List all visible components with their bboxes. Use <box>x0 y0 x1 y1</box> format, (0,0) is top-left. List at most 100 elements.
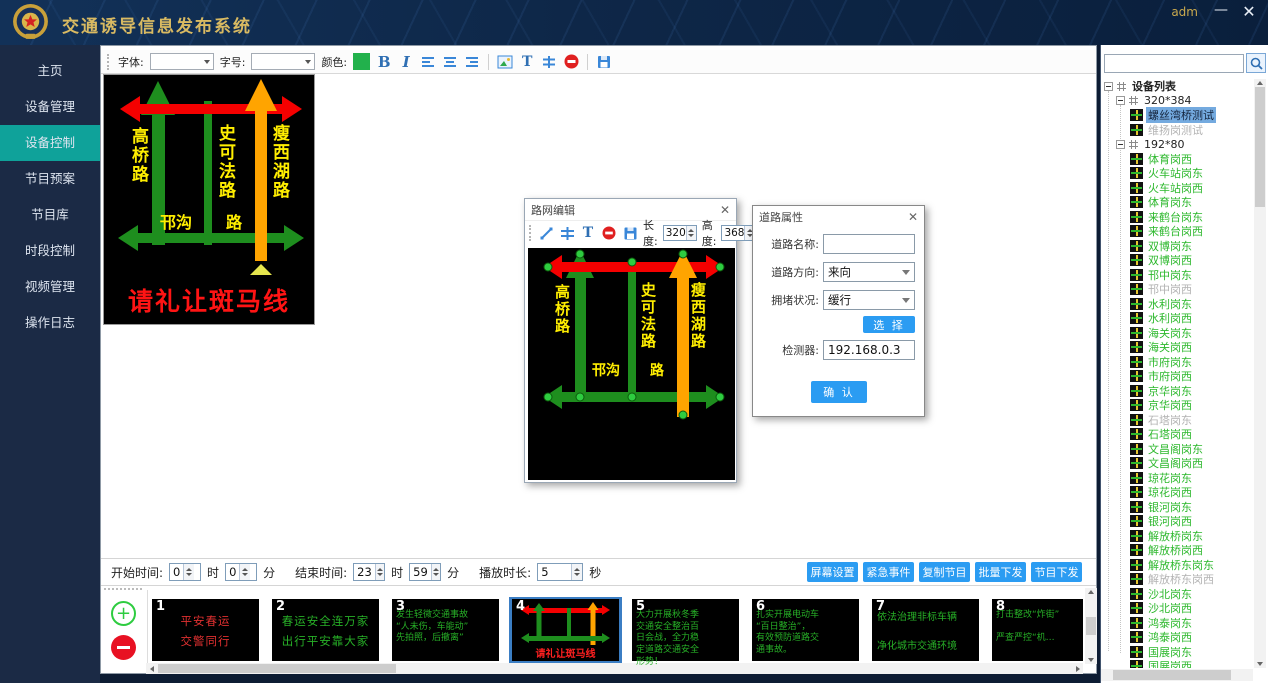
italic-button[interactable]: I <box>398 53 414 71</box>
tree-node[interactable]: 石塔岗东 <box>1101 413 1253 428</box>
spinner-arrows-icon[interactable] <box>571 564 582 580</box>
tree-node[interactable]: 设备列表 <box>1101 79 1253 94</box>
led-preview-panel[interactable]: 高桥路 史可法路 瘦西湖路 邗沟 路 请礼让斑马线 <box>103 74 315 325</box>
tree-node[interactable]: 水利岗东 <box>1101 297 1253 312</box>
tree-node[interactable]: 市府岗东 <box>1101 355 1253 370</box>
collapse-icon[interactable] <box>1104 82 1113 91</box>
tree-node[interactable]: 沙北岗东 <box>1101 587 1253 602</box>
scrollbar-thumb[interactable] <box>1255 87 1265 207</box>
add-program-button[interactable]: + <box>111 601 136 626</box>
tree-node[interactable]: 琼花岗西 <box>1101 485 1253 500</box>
scroll-down-icon[interactable] <box>1257 662 1263 666</box>
tree-node[interactable]: 维扬岗测试 <box>1101 123 1253 138</box>
scrollbar-thumb[interactable] <box>158 664 396 673</box>
close-icon[interactable]: ✕ <box>720 203 730 217</box>
sidebar-item[interactable]: 操作日志 <box>0 305 100 341</box>
tree-node[interactable]: 银河岗东 <box>1101 500 1253 515</box>
close-icon[interactable]: ✕ <box>908 210 918 224</box>
tree-node[interactable]: 螺丝湾桥测试 <box>1101 108 1253 123</box>
tree-node[interactable]: 沙北岗西 <box>1101 601 1253 616</box>
sidebar-item[interactable]: 时段控制 <box>0 233 100 269</box>
user-name[interactable]: adm <box>1171 5 1198 19</box>
action-button[interactable]: 紧急事件 <box>863 562 914 582</box>
minimize-icon[interactable]: — <box>1210 2 1232 18</box>
action-button[interactable]: 节目下发 <box>1031 562 1082 582</box>
scroll-up-icon[interactable] <box>1088 590 1094 594</box>
start-hour-input[interactable]: 0 <box>169 563 201 581</box>
remove-program-button[interactable] <box>111 635 136 660</box>
playlist-item[interactable]: 7 依法治理非标车辆 净化城市交通环境 <box>872 599 979 661</box>
tree-node[interactable]: 国展岗西 <box>1101 659 1253 668</box>
duration-input[interactable]: 5 <box>537 563 583 581</box>
spinner-arrows-icon[interactable] <box>183 564 194 580</box>
sidebar-item[interactable]: 设备控制 <box>0 125 100 161</box>
action-button[interactable]: 批量下发 <box>975 562 1026 582</box>
playlist-item[interactable]: 2 春运安全连万家 出行平安靠大家 <box>272 599 379 661</box>
tree-node[interactable]: 来鹤台岗东 <box>1101 210 1253 225</box>
tree-node[interactable]: 解放桥东岗西 <box>1101 572 1253 587</box>
tree-node[interactable]: 双博岗西 <box>1101 253 1253 268</box>
tree-node[interactable]: 体育岗东 <box>1101 195 1253 210</box>
tree-node-label[interactable]: 320*384 <box>1142 94 1194 107</box>
playlist-item[interactable]: 8 打击整改“炸街” 严查严控“机… <box>992 599 1083 661</box>
tree-node[interactable]: 双博岗东 <box>1101 239 1253 254</box>
spinner-arrows-icon[interactable] <box>239 564 250 580</box>
sidebar-item[interactable]: 节目库 <box>0 197 100 233</box>
tree-node[interactable]: 京华岗东 <box>1101 384 1253 399</box>
scroll-right-icon[interactable] <box>1072 663 1083 674</box>
align-right-button[interactable] <box>464 53 480 71</box>
tree-vertical-scrollbar[interactable] <box>1254 79 1266 668</box>
device-search-input[interactable] <box>1104 54 1244 73</box>
tree-node[interactable]: 市府岗西 <box>1101 369 1253 384</box>
tree-node[interactable]: 京华岗西 <box>1101 398 1253 413</box>
close-icon[interactable]: ✕ <box>1238 2 1260 21</box>
tree-node[interactable]: 火车站岗东 <box>1101 166 1253 181</box>
bold-button[interactable]: B <box>376 53 392 71</box>
tree-node[interactable]: 邗中岗东 <box>1101 268 1253 283</box>
detector-input[interactable] <box>823 340 915 360</box>
tree-node[interactable]: 海关岗西 <box>1101 340 1253 355</box>
sidebar-item[interactable]: 视频管理 <box>0 269 100 305</box>
stop-button[interactable] <box>563 53 579 71</box>
height-input[interactable]: 368 <box>721 225 755 241</box>
tree-node[interactable]: 解放桥岗东 <box>1101 529 1253 544</box>
select-detector-button[interactable]: 选 择 <box>863 316 915 333</box>
save-icon[interactable] <box>622 224 638 242</box>
tree-node[interactable]: 银河岗西 <box>1101 514 1253 529</box>
road-direction-select[interactable]: 来向 <box>823 262 915 282</box>
playlist-item[interactable]: 4 请礼让斑马线 <box>512 599 619 661</box>
tree-node[interactable]: 鸿泰岗东 <box>1101 616 1253 631</box>
junction-button[interactable] <box>559 224 575 242</box>
tree-node[interactable]: 文昌阁岗西 <box>1101 456 1253 471</box>
tree-node[interactable]: 邗中岗西 <box>1101 282 1253 297</box>
tree-node[interactable]: 石塔岗西 <box>1101 427 1253 442</box>
road-name-input[interactable] <box>823 234 915 254</box>
tree-node[interactable]: 体育岗西 <box>1101 152 1253 167</box>
playlist-item[interactable]: 1 平安春运 交警同行 <box>152 599 259 661</box>
sidebar-item[interactable]: 节目预案 <box>0 161 100 197</box>
text-tool-button[interactable]: T <box>580 224 596 242</box>
length-input[interactable]: 320 <box>663 225 697 241</box>
spinner-arrows-icon[interactable] <box>431 564 440 580</box>
tree-horizontal-scrollbar[interactable] <box>1101 669 1253 681</box>
tree-node[interactable]: 来鹤台岗西 <box>1101 224 1253 239</box>
playlist-horizontal-scrollbar[interactable] <box>146 663 1083 674</box>
spinner-arrows-icon[interactable] <box>686 226 696 240</box>
tree-node[interactable]: 192*80 <box>1101 137 1253 152</box>
road-network-button[interactable] <box>541 53 557 71</box>
tree-node[interactable]: 琼花岗东 <box>1101 471 1253 486</box>
scrollbar-thumb[interactable] <box>1113 670 1231 680</box>
end-hour-input[interactable]: 23 <box>353 563 385 581</box>
tree-node[interactable]: 鸿泰岗西 <box>1101 630 1253 645</box>
tree-node[interactable]: 海关岗东 <box>1101 326 1253 341</box>
align-center-button[interactable] <box>442 53 458 71</box>
spinner-arrows-icon[interactable] <box>375 564 384 580</box>
insert-text-button[interactable]: T <box>519 53 535 71</box>
playlist-vertical-scrollbar[interactable] <box>1085 588 1097 664</box>
stop-button[interactable] <box>601 224 617 242</box>
playlist-item[interactable]: 3 发生轻微交通事故 “人未伤，车能动” 先拍照，后撤离” <box>392 599 499 661</box>
dialog-title-bar[interactable]: 道路属性 ✕ <box>753 206 924 227</box>
confirm-button[interactable]: 确 认 <box>811 381 867 403</box>
scroll-up-icon[interactable] <box>1257 81 1263 85</box>
draw-road-button[interactable] <box>538 224 554 242</box>
